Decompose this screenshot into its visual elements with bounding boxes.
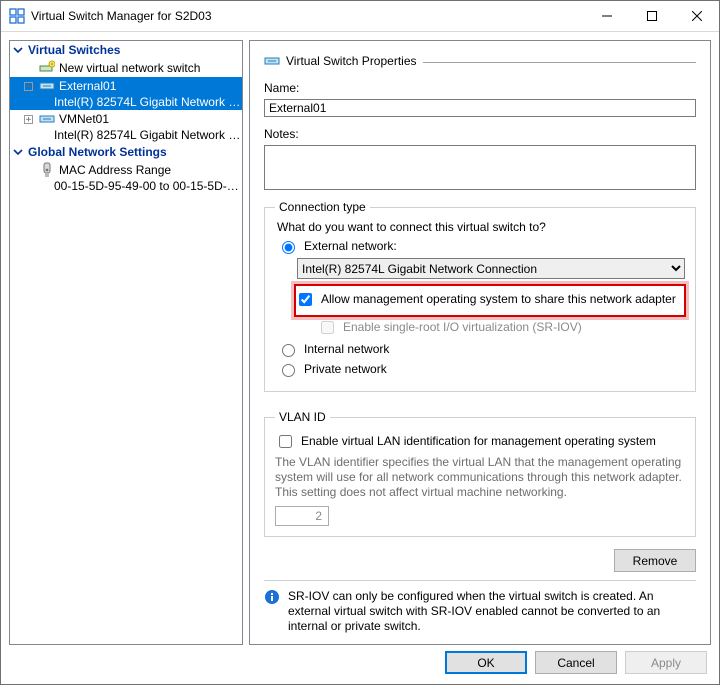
checkbox-sriov-input: [321, 321, 334, 334]
sriov-info: SR-IOV can only be configured when the v…: [264, 589, 696, 634]
switch-icon: [264, 53, 280, 69]
connection-type-question: What do you want to connect this virtual…: [277, 220, 685, 234]
vlan-id-input: 2: [275, 506, 329, 526]
radio-external-input[interactable]: [282, 241, 295, 254]
vlan-legend: VLAN ID: [275, 410, 330, 424]
tree-section-virtual-switches[interactable]: Virtual Switches: [10, 41, 242, 59]
dialog-buttons: OK Cancel Apply: [1, 647, 719, 684]
expand-icon[interactable]: +: [24, 82, 33, 91]
close-button[interactable]: [674, 1, 719, 31]
app-icon: [9, 8, 25, 24]
radio-internal-input[interactable]: [282, 344, 295, 357]
switch-icon: [39, 111, 55, 127]
checkbox-sriov: Enable single-root I/O virtualization (S…: [317, 320, 685, 337]
radio-internal[interactable]: Internal network: [277, 341, 685, 357]
checkbox-vlan[interactable]: Enable virtual LAN identification for ma…: [275, 434, 685, 451]
name-input[interactable]: [264, 99, 696, 117]
checkbox-allow-mgmt-input[interactable]: [299, 293, 312, 306]
tree-item-external01-adapter[interactable]: Intel(R) 82574L Gigabit Network C...: [10, 95, 242, 110]
nav-tree[interactable]: Virtual Switches New virtual network swi…: [9, 40, 243, 645]
radio-external[interactable]: External network:: [277, 238, 685, 254]
notes-label: Notes:: [264, 127, 696, 141]
checkbox-vlan-input[interactable]: [279, 435, 292, 448]
cancel-button[interactable]: Cancel: [535, 651, 617, 674]
name-label: Name:: [264, 81, 696, 95]
maximize-button[interactable]: [629, 1, 674, 31]
properties-pane: Virtual Switch Properties Name: Notes: C…: [249, 40, 711, 645]
minimize-button[interactable]: [584, 1, 629, 31]
chevron-down-icon: [12, 44, 24, 56]
tree-item-mac-range[interactable]: MAC Address Range: [10, 161, 242, 179]
tree-item-new-switch[interactable]: New virtual network switch: [10, 59, 242, 77]
tree-item-external01[interactable]: + External01: [10, 77, 242, 95]
window-title: Virtual Switch Manager for S2D03: [31, 9, 212, 23]
apply-button[interactable]: Apply: [625, 651, 707, 674]
mac-icon: [39, 162, 55, 178]
tree-section-global[interactable]: Global Network Settings: [10, 143, 242, 161]
tree-item-vmnet01[interactable]: + VMNet01: [10, 110, 242, 128]
vlan-hint: The VLAN identifier specifies the virtua…: [275, 455, 685, 500]
checkbox-allow-mgmt[interactable]: Allow management operating system to sha…: [295, 292, 679, 309]
expand-icon[interactable]: +: [24, 115, 33, 124]
pane-heading: Virtual Switch Properties: [286, 54, 417, 68]
radio-private[interactable]: Private network: [277, 361, 685, 377]
vlan-group: VLAN ID Enable virtual LAN identificatio…: [264, 410, 696, 537]
titlebar: Virtual Switch Manager for S2D03: [1, 1, 719, 32]
window-root: Virtual Switch Manager for S2D03 Virtual…: [0, 0, 720, 685]
radio-private-input[interactable]: [282, 364, 295, 377]
adapter-select[interactable]: Intel(R) 82574L Gigabit Network Connecti…: [297, 258, 685, 279]
chevron-down-icon: [12, 146, 24, 158]
tree-item-mac-range-value[interactable]: 00-15-5D-95-49-00 to 00-15-5D-9...: [10, 179, 242, 194]
switch-icon: [39, 78, 55, 94]
remove-button[interactable]: Remove: [614, 549, 696, 572]
tree-item-vmnet01-adapter[interactable]: Intel(R) 82574L Gigabit Network C...: [10, 128, 242, 143]
connection-type-group: Connection type What do you want to conn…: [264, 200, 696, 392]
ok-button[interactable]: OK: [445, 651, 527, 674]
new-switch-icon: [39, 60, 55, 76]
info-icon: [264, 589, 280, 605]
notes-input[interactable]: [264, 145, 696, 190]
connection-type-legend: Connection type: [275, 200, 370, 214]
